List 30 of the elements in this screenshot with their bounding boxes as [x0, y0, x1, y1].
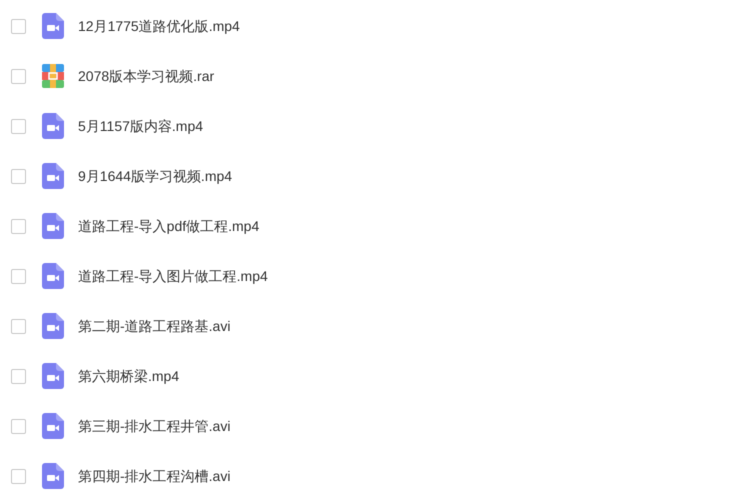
- file-name[interactable]: 道路工程-导入图片做工程.mp4: [78, 266, 268, 286]
- video-file-icon: [42, 13, 64, 39]
- checkbox[interactable]: [11, 68, 26, 84]
- checkbox[interactable]: [11, 318, 26, 334]
- file-name[interactable]: 9月1644版学习视频.mp4: [78, 166, 232, 186]
- video-file-icon: [42, 313, 64, 339]
- video-file-icon: [42, 463, 64, 489]
- video-file-icon: [42, 263, 64, 289]
- video-file-icon: [42, 113, 64, 139]
- archive-file-icon: [42, 64, 64, 88]
- file-name[interactable]: 第六期桥梁.mp4: [78, 366, 180, 386]
- file-name[interactable]: 道路工程-导入pdf做工程.mp4: [78, 216, 260, 236]
- video-file-icon: [42, 413, 64, 439]
- file-name[interactable]: 第三期-排水工程井管.avi: [78, 416, 230, 436]
- file-name[interactable]: 12月1775道路优化版.mp4: [78, 16, 240, 36]
- file-name[interactable]: 第四期-排水工程沟槽.avi: [78, 466, 230, 486]
- checkbox[interactable]: [11, 368, 26, 384]
- file-name[interactable]: 5月1157版内容.mp4: [78, 116, 204, 136]
- checkbox[interactable]: [11, 18, 26, 34]
- file-name[interactable]: 第二期-道路工程路基.avi: [78, 316, 230, 336]
- checkbox[interactable]: [11, 268, 26, 284]
- checkbox[interactable]: [11, 168, 26, 184]
- checkbox[interactable]: [11, 418, 26, 434]
- file-name[interactable]: 2078版本学习视频.rar: [78, 66, 214, 86]
- checkbox[interactable]: [11, 118, 26, 134]
- video-file-icon: [42, 213, 64, 239]
- video-file-icon: [42, 363, 64, 389]
- video-file-icon: [42, 163, 64, 189]
- checkbox[interactable]: [11, 218, 26, 234]
- checkbox[interactable]: [11, 468, 26, 484]
